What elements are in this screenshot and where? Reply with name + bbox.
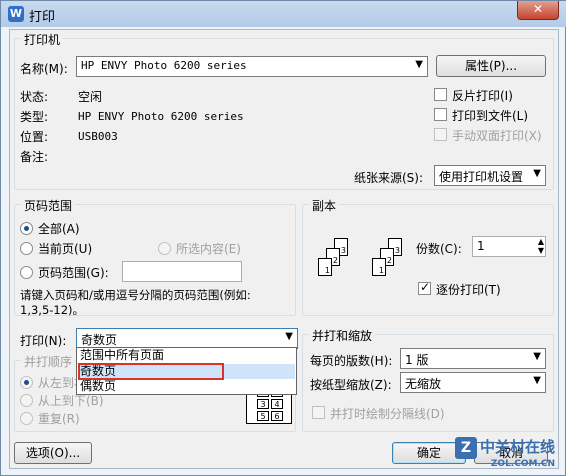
order-preview-number: 4 <box>274 400 280 409</box>
page-range-all-label: 全部(A) <box>38 222 80 236</box>
page-range-hint-line2: 1,3,5-12)。 <box>20 303 85 317</box>
printer-properties-button[interactable]: 属性(P)... <box>436 55 546 77</box>
page-range-current-label: 当前页(U) <box>38 242 93 256</box>
scale-label: 按纸型缩放(Z): <box>310 378 392 392</box>
printer-location-value: USB003 <box>78 130 118 143</box>
window-title: 打印 <box>29 10 56 25</box>
print-order-group-label: 并打顺序 <box>21 353 76 370</box>
collate-label: 逐份打印(T) <box>436 283 501 297</box>
chevron-down-icon: ▼ <box>415 59 423 70</box>
pages-per-sheet-select[interactable]: 1 版 ▼ <box>400 348 546 369</box>
draw-separator-label: 并打时绘制分隔线(D) <box>330 407 445 421</box>
spinner-down-icon[interactable]: ▼ <box>538 246 544 255</box>
print-dialog: W 打印 ✕ 打印机 名称(M): HP ENVY Photo 6200 ser… <box>0 0 566 476</box>
title-bar[interactable]: W 打印 ✕ <box>1 1 566 27</box>
print-subset-value: 奇数页 <box>81 333 118 347</box>
print-to-file-checkbox[interactable] <box>434 108 447 121</box>
printer-group-label: 打印机 <box>21 31 64 48</box>
dropdown-item-all-pages[interactable]: 范围中所有页面 <box>78 348 295 363</box>
printer-location-label: 位置: <box>20 130 49 144</box>
page-number: 1 <box>378 266 384 275</box>
zol-logo-icon: Z <box>454 437 477 459</box>
dialog-body: 打印机 名称(M): HP ENVY Photo 6200 series ▼ 属… <box>9 29 559 469</box>
highlight-annotation <box>78 363 224 380</box>
pages-per-sheet-value: 1 版 <box>405 353 429 367</box>
page-range-group-label: 页码范围 <box>21 197 76 214</box>
order-preview-cell: 3 <box>257 399 269 409</box>
watermark-sub: ZOL.COM.CN <box>490 459 555 469</box>
spinner-up-icon[interactable]: ▲ <box>538 237 544 246</box>
collated-pages-icon: 3 2 1 <box>370 238 416 290</box>
page-range-custom-radio[interactable] <box>20 266 33 279</box>
print-subset-label: 打印(N): <box>20 334 67 348</box>
options-button[interactable]: 选项(O)... <box>14 442 92 464</box>
scale-select[interactable]: 无缩放 ▼ <box>400 372 546 393</box>
order-preview-number: 6 <box>274 412 280 421</box>
chevron-down-icon: ▼ <box>533 375 541 386</box>
paper-source-select[interactable]: 使用打印机设置 ▼ <box>434 165 546 186</box>
paper-source-label: 纸张来源(S): <box>354 171 424 185</box>
wps-writer-icon: W <box>8 6 24 22</box>
draw-separator-checkbox[interactable] <box>312 406 325 419</box>
copies-group-label: 副本 <box>309 197 340 214</box>
page-range-all-radio[interactable] <box>20 222 33 235</box>
zol-watermark: Z 中关村在线 ZOL.COM.CN <box>454 436 555 469</box>
scale-value: 无缩放 <box>405 377 442 391</box>
order-preview-cell: 6 <box>271 411 283 421</box>
pages-per-sheet-label: 每页的版数(H): <box>310 354 393 368</box>
page-number: 2 <box>332 256 338 265</box>
printer-status-value: 空闲 <box>78 90 103 104</box>
copies-count-label: 份数(C): <box>416 242 462 256</box>
uncollated-pages-icon: 3 2 1 <box>316 238 362 290</box>
close-button[interactable]: ✕ <box>517 1 559 20</box>
chevron-down-icon: ▼ <box>533 168 541 179</box>
printer-type-label: 类型: <box>20 110 49 124</box>
printer-name-label: 名称(M): <box>20 62 68 76</box>
zoom-group-label: 并打和缩放 <box>309 327 376 344</box>
chevron-down-icon: ▼ <box>285 331 293 342</box>
order-top-to-bottom-radio[interactable] <box>20 394 33 407</box>
order-repeat-label: 重复(R) <box>38 412 80 426</box>
page-range-input[interactable] <box>122 261 242 282</box>
chevron-down-icon: ▼ <box>533 351 541 362</box>
dropdown-item-even-pages[interactable]: 偶数页 <box>78 379 295 394</box>
printer-name-value: HP ENVY Photo 6200 series <box>81 59 247 72</box>
order-preview-number: 3 <box>260 400 266 409</box>
page-number: 3 <box>340 246 346 255</box>
watermark-text: 中关村在线 <box>479 438 555 456</box>
order-left-to-right-radio[interactable] <box>20 376 33 389</box>
print-to-file-label: 打印到文件(L) <box>452 109 529 123</box>
order-repeat-radio[interactable] <box>20 412 33 425</box>
page-range-current-radio[interactable] <box>20 242 33 255</box>
printer-type-value: HP ENVY Photo 6200 series <box>78 110 244 123</box>
collate-checkbox[interactable] <box>418 280 431 295</box>
copies-count-value: 1 <box>477 239 485 253</box>
paper-source-value: 使用打印机设置 <box>439 170 524 184</box>
manual-duplex-checkbox[interactable] <box>434 128 447 141</box>
page-range-selection-radio[interactable] <box>158 242 171 255</box>
order-preview-cell: 4 <box>271 399 283 409</box>
order-preview-number: 5 <box>260 412 266 421</box>
printer-status-label: 状态: <box>20 90 49 104</box>
page-range-selection-label: 所选内容(E) <box>176 242 241 256</box>
printer-comment-label: 备注: <box>20 150 49 164</box>
reverse-print-label: 反片打印(I) <box>452 89 513 103</box>
manual-duplex-label: 手动双面打印(X) <box>452 129 542 143</box>
print-subset-select[interactable]: 奇数页 ▼ <box>76 328 298 349</box>
order-preview-cell: 5 <box>257 411 269 421</box>
page-number: 3 <box>394 246 400 255</box>
reverse-print-checkbox[interactable] <box>434 88 447 101</box>
page-range-hint-line1: 请键入页码和/或用逗号分隔的页码范围(例如: <box>20 288 251 302</box>
printer-name-select[interactable]: HP ENVY Photo 6200 series ▼ <box>76 56 428 77</box>
copies-count-input[interactable]: 1 ▲ ▼ <box>472 236 546 257</box>
page-range-custom-label: 页码范围(G): <box>38 266 109 280</box>
page-number: 2 <box>386 256 392 265</box>
page-number: 1 <box>324 266 330 275</box>
